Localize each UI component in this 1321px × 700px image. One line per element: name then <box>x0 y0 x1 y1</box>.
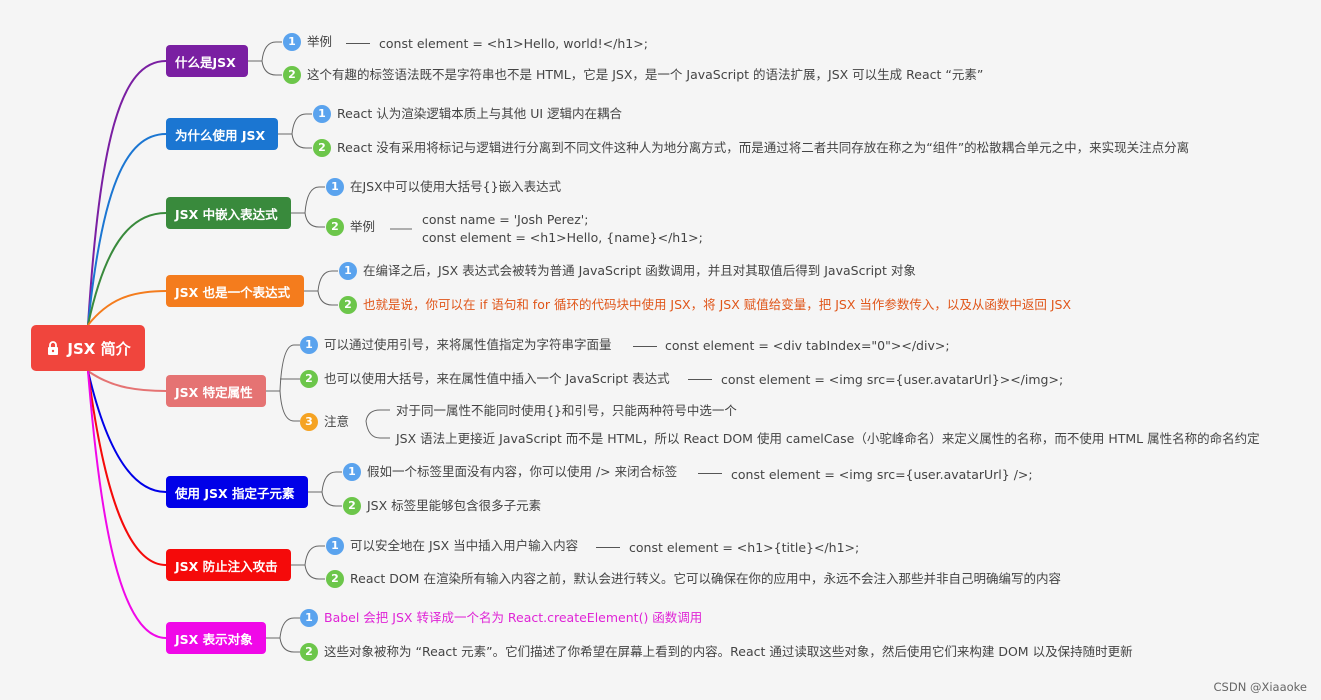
topic-prevent-injection[interactable]: JSX 防止注入攻击 <box>166 549 291 581</box>
subtopic-text: 举例 <box>307 34 333 49</box>
number-badge: 1 <box>283 33 301 51</box>
topic-label: 为什么使用 JSX <box>175 127 266 143</box>
code-example: const element = <h1>Hello, world!</h1>; <box>379 36 648 51</box>
connector-lines <box>87 41 412 653</box>
topic-label: JSX 表示对象 <box>175 631 253 647</box>
number-badge: 2 <box>343 497 361 515</box>
topic-children[interactable]: 使用 JSX 指定子元素 <box>166 476 308 508</box>
root-label: JSX 简介 <box>67 339 131 358</box>
code-example: const element = <img src={user.avatarUrl… <box>721 372 1064 387</box>
subtopic-text: 注意 <box>324 414 350 429</box>
code-example: const element = <h1>Hello, {name}</h1>; <box>422 230 703 245</box>
number-badge: 2 <box>339 296 357 314</box>
number-badge: 2 <box>326 570 344 588</box>
connector-dash <box>346 43 370 44</box>
topic-label: 使用 JSX 指定子元素 <box>175 485 295 501</box>
connector-dash <box>688 379 712 380</box>
topic-what-is-jsx[interactable]: 什么是JSX <box>166 45 248 77</box>
code-example: const element = <img src={user.avatarUrl… <box>731 467 1033 482</box>
number-badge: 2 <box>300 643 318 661</box>
topic-represents-objects[interactable]: JSX 表示对象 <box>166 622 266 654</box>
subtopic-text: React DOM 在渲染所有输入内容之前，默认会进行转义。它可以确保在你的应用… <box>350 571 1061 586</box>
subtopic-text: 在JSX中可以使用大括号{}嵌入表达式 <box>350 179 562 194</box>
subtopic-text: 也可以使用大括号，来在属性值中插入一个 JavaScript 表达式 <box>324 371 670 386</box>
subtopic-text: 假如一个标签里面没有内容，你可以使用 /> 来闭合标签 <box>367 464 678 479</box>
topic-jsx-attributes[interactable]: JSX 特定属性 <box>166 375 266 407</box>
subtopic-text: 在编译之后，JSX 表达式会被转为普通 JavaScript 函数调用，并且对其… <box>363 263 916 278</box>
subtopic-text: 这些对象被称为 “React 元素”。它们描述了你希望在屏幕上看到的内容。Rea… <box>324 644 1133 659</box>
subtopic-text: React 认为渲染逻辑本质上与其他 UI 逻辑内在耦合 <box>337 106 623 121</box>
note-text: 对于同一属性不能同时使用{}和引号，只能两种符号中选一个 <box>396 403 737 418</box>
number-badge: 1 <box>300 609 318 627</box>
subtopic-text: 这个有趣的标签语法既不是字符串也不是 HTML，它是 JSX，是一个 JavaS… <box>307 67 984 82</box>
note-text: JSX 语法上更接近 JavaScript 而不是 HTML，所以 React … <box>396 431 1260 446</box>
topic-label: JSX 特定属性 <box>175 384 253 400</box>
subtopic-text: 可以通过使用引号，来将属性值指定为字符串字面量 <box>324 337 612 352</box>
number-badge: 1 <box>300 336 318 354</box>
subtopic-text: React 没有采用将标记与逻辑进行分离到不同文件这种人为地分离方式，而是通过将… <box>337 140 1190 155</box>
watermark: CSDN @Xiaaoke <box>1213 680 1307 694</box>
number-badge: 2 <box>313 139 331 157</box>
subtopic-text: JSX 标签里能够包含很多子元素 <box>367 498 542 513</box>
number-badge: 2 <box>326 218 344 236</box>
topic-jsx-is-expression[interactable]: JSX 也是一个表达式 <box>166 275 304 307</box>
topic-label: JSX 也是一个表达式 <box>175 284 291 300</box>
number-badge: 1 <box>326 178 344 196</box>
connector-dash <box>596 547 620 548</box>
code-example: const element = <h1>{title}</h1>; <box>629 540 860 555</box>
topic-label: 什么是JSX <box>175 54 236 70</box>
number-badge: 1 <box>339 262 357 280</box>
number-badge: 1 <box>313 105 331 123</box>
number-badge: 2 <box>283 66 301 84</box>
code-example: const name = 'Josh Perez'; <box>422 212 589 227</box>
number-badge: 2 <box>300 370 318 388</box>
number-badge: 1 <box>343 463 361 481</box>
root-topic[interactable]: JSX 简介 <box>31 325 145 371</box>
code-example: const element = <div tabIndex="0"></div>… <box>665 338 950 353</box>
lock-icon <box>48 341 59 355</box>
topic-why-use-jsx[interactable]: 为什么使用 JSX <box>166 118 278 150</box>
number-badge: 1 <box>326 537 344 555</box>
topic-embed-expressions[interactable]: JSX 中嵌入表达式 <box>166 197 291 229</box>
subtopic-text: Babel 会把 JSX 转译成一个名为 React.createElement… <box>324 610 703 625</box>
topic-label: JSX 防止注入攻击 <box>175 558 278 574</box>
subtopic-text: 也就是说，你可以在 if 语句和 for 循环的代码块中使用 JSX，将 JSX… <box>363 297 1072 312</box>
connector-dash <box>633 346 657 347</box>
number-badge: 3 <box>300 413 318 431</box>
connector-dash <box>698 473 722 474</box>
subtopic-text: 举例 <box>350 219 376 234</box>
topic-label: JSX 中嵌入表达式 <box>175 206 278 222</box>
subtopic-text: 可以安全地在 JSX 当中插入用户输入内容 <box>350 538 579 553</box>
